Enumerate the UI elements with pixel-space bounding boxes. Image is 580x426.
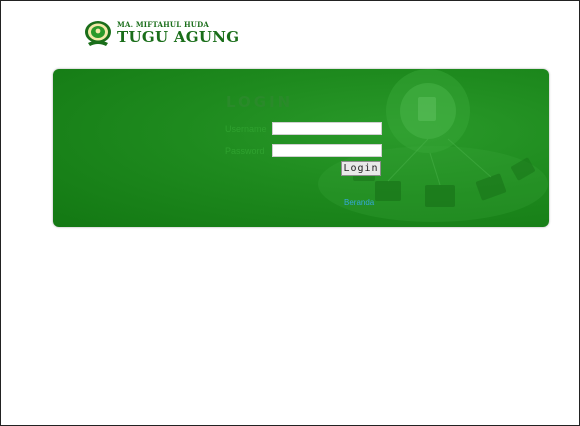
- username-input[interactable]: [272, 122, 382, 135]
- school-name-line1: MA. MIFTAHUL HUDA: [117, 20, 210, 29]
- username-label: Username: [225, 124, 267, 134]
- password-label: Password: [225, 146, 265, 156]
- login-button[interactable]: Login: [341, 161, 381, 176]
- school-emblem-icon: [85, 21, 111, 46]
- page-frame: MA. MIFTAHUL HUDA TUGU AGUNG LOGIN Usern…: [0, 0, 580, 426]
- login-title: LOGIN: [226, 93, 294, 111]
- school-name-line2: TUGU AGUNG: [117, 28, 240, 46]
- school-brand: MA. MIFTAHUL HUDA TUGU AGUNG: [83, 19, 239, 47]
- home-link[interactable]: Beranda: [344, 198, 374, 207]
- password-input[interactable]: [272, 144, 382, 157]
- login-panel: LOGIN Username Password Login Beranda: [53, 69, 549, 227]
